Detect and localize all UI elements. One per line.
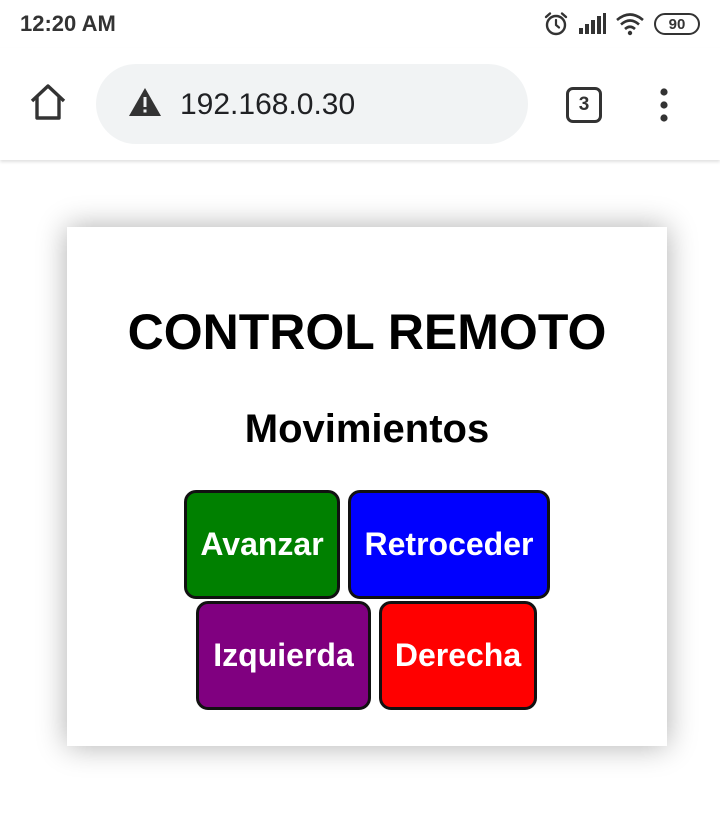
backward-button[interactable]: Retroceder: [348, 490, 550, 599]
page-title: CONTROL REMOTO: [127, 304, 607, 360]
page-content: CONTROL REMOTO Movimientos Avanzar Retro…: [0, 160, 720, 840]
url-text[interactable]: 192.168.0.30: [180, 88, 355, 122]
control-card: CONTROL REMOTO Movimientos Avanzar Retro…: [67, 227, 667, 746]
status-bar: 12:20 AM 90: [0, 0, 720, 48]
battery-icon: 90: [654, 13, 700, 35]
tab-switcher-button[interactable]: 3: [566, 87, 602, 123]
url-bar[interactable]: 192.168.0.30: [96, 64, 528, 144]
browser-toolbar: 192.168.0.30 3: [0, 48, 720, 160]
right-button[interactable]: Derecha: [379, 601, 537, 710]
forward-button[interactable]: Avanzar: [184, 490, 340, 599]
signal-icon: [578, 13, 606, 35]
home-icon[interactable]: [26, 80, 70, 124]
alarm-icon: [543, 11, 569, 37]
status-time: 12:20 AM: [20, 11, 116, 36]
left-button[interactable]: Izquierda: [196, 601, 371, 710]
warning-icon[interactable]: [128, 87, 162, 122]
wifi-icon: [615, 12, 645, 36]
status-icons: 90: [543, 10, 700, 38]
section-title: Movimientos: [244, 407, 490, 451]
overflow-menu-icon[interactable]: [652, 86, 676, 126]
